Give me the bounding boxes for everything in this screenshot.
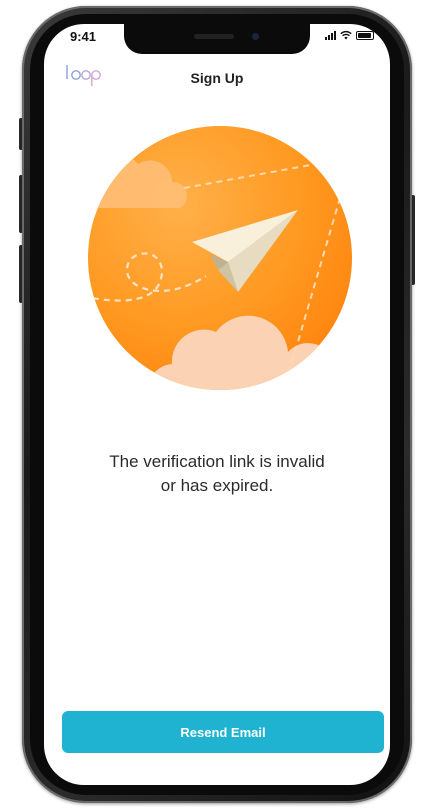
cellular-signal-icon	[325, 30, 336, 40]
status-time: 9:41	[70, 29, 97, 44]
wifi-icon	[340, 30, 352, 40]
stage: 9:41 Sign Up The verification link is in…	[0, 0, 434, 809]
front-camera	[252, 33, 259, 40]
notch	[124, 24, 310, 54]
page-title: Sign Up	[190, 70, 244, 86]
phone-screen: 9:41 Sign Up The verification link is in…	[44, 24, 390, 785]
error-message-line-2: or has expired.	[160, 476, 274, 495]
error-message: The verification link is invalid or has …	[64, 450, 370, 498]
resend-email-button[interactable]: Resend Email	[62, 711, 384, 753]
battery-icon	[356, 31, 374, 40]
speaker-grille	[194, 34, 234, 39]
status-icons	[325, 30, 374, 40]
paper-plane-illustration	[88, 126, 352, 390]
error-message-line-1: The verification link is invalid	[109, 452, 325, 471]
